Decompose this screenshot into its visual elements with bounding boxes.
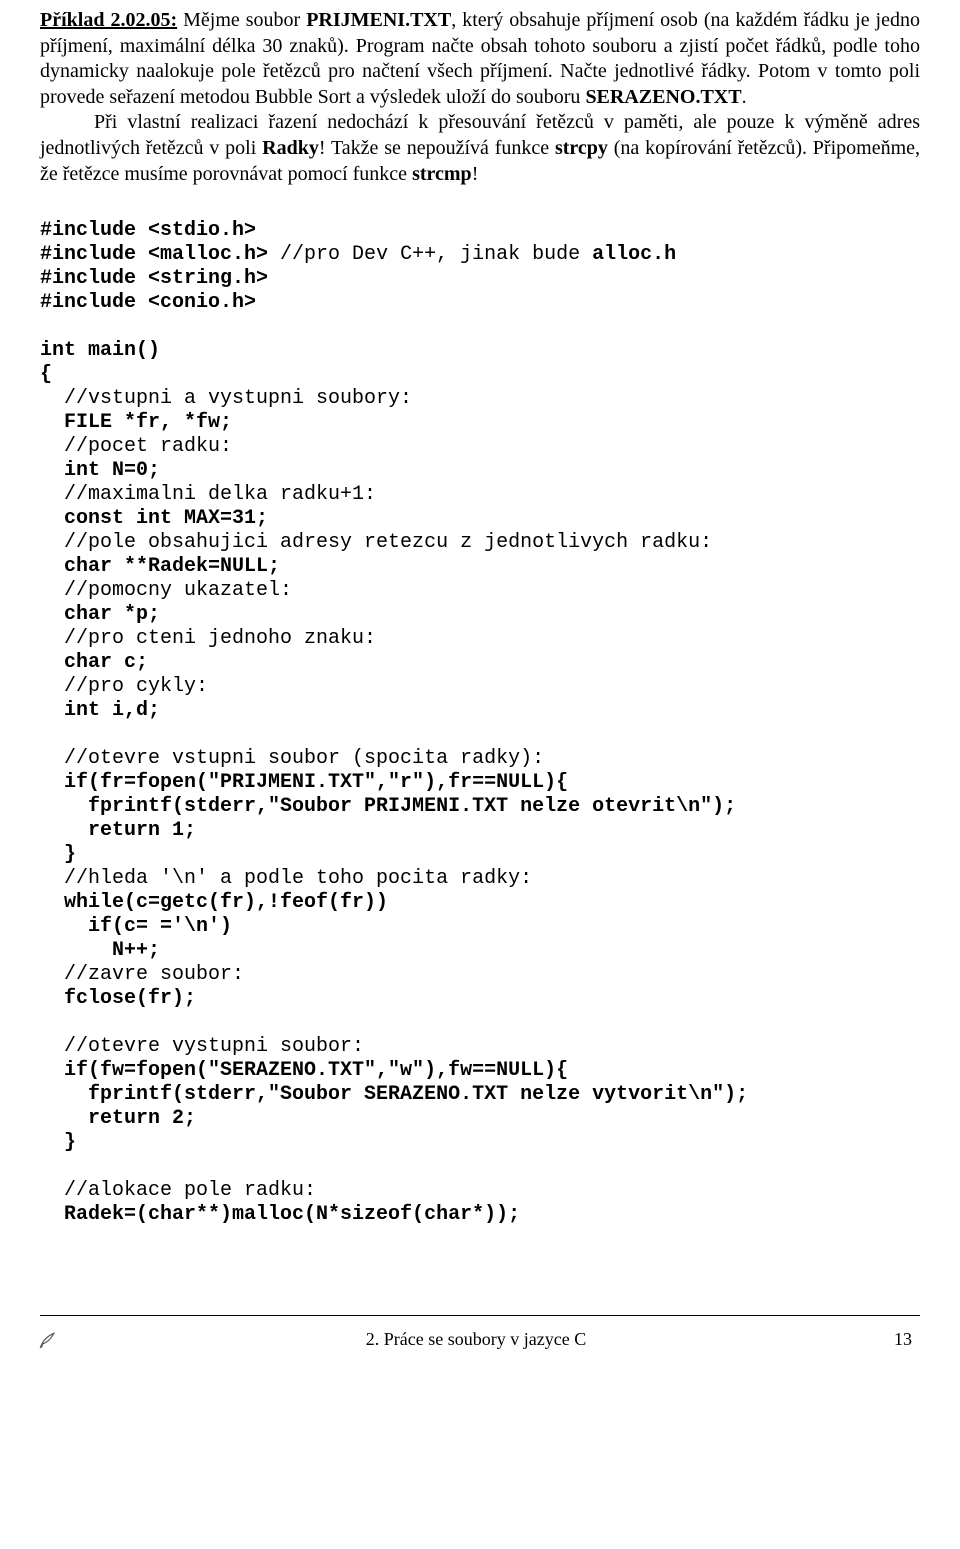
- code-line: #include <string.h>: [40, 267, 268, 290]
- code-line: FILE *fr, *fw;: [40, 411, 232, 434]
- radky: Radky: [262, 137, 319, 159]
- code-line: Radek=(char**)malloc(N*sizeof(char*));: [40, 1203, 520, 1226]
- code-line: if(fw=fopen("SERAZENO.TXT","w"),fw==NULL…: [40, 1059, 568, 1082]
- example-label: Příklad 2.02.05:: [40, 9, 177, 31]
- code-line: #include <stdio.h>: [40, 219, 256, 242]
- p2-end: !: [472, 163, 479, 185]
- code-comment: //hleda '\n' a podle toho pocita radky:: [40, 867, 532, 890]
- code-line: #include <conio.h>: [40, 291, 256, 314]
- code-comment: //pomocny ukazatel:: [40, 579, 292, 602]
- footer-page-number: 13: [894, 1328, 912, 1351]
- code-line: char c;: [40, 651, 148, 674]
- code-comment: //maximalni delka radku+1:: [40, 483, 376, 506]
- file1: PRIJMENI.TXT: [306, 9, 451, 31]
- code-line: if(c= ='\n'): [40, 915, 232, 938]
- code-line: if(fr=fopen("PRIJMENI.TXT","r"),fr==NULL…: [40, 771, 568, 794]
- code-line: int main(): [40, 339, 160, 362]
- code-line: {: [40, 363, 52, 386]
- code-comment: //alokace pole radku:: [40, 1179, 316, 1202]
- code-comment: //pocet radku:: [40, 435, 232, 458]
- code-line: return 2;: [40, 1107, 196, 1130]
- code-line: fprintf(stderr,"Soubor PRIJMENI.TXT nelz…: [40, 795, 736, 818]
- strcmp: strcmp: [412, 163, 472, 185]
- code-comment: //otevre vystupni soubor:: [40, 1035, 364, 1058]
- code-line: int i,d;: [40, 699, 160, 722]
- footer-chapter: 2. Práce se soubory v jazyce C: [76, 1328, 876, 1351]
- code-line: fclose(fr);: [40, 987, 196, 1010]
- code-comment: //pole obsahujici adresy retezcu z jedno…: [40, 531, 712, 554]
- footer: 2. Práce se soubory v jazyce C 13: [0, 1316, 960, 1363]
- code-line: #include <malloc.h>: [40, 243, 280, 266]
- code-comment: //pro cykly:: [40, 675, 208, 698]
- code-line: return 1;: [40, 819, 196, 842]
- code-line: while(c=getc(fr),!feof(fr)): [40, 891, 388, 914]
- code-line: char **Radek=NULL;: [40, 555, 280, 578]
- code-line: }: [40, 1131, 76, 1154]
- file2: SERAZENO.TXT: [585, 86, 741, 108]
- paragraph-2: Při vlastní realizaci řazení nedochází k…: [40, 110, 920, 187]
- strcpy: strcpy: [555, 137, 608, 159]
- code-line: fprintf(stderr,"Soubor SERAZENO.TXT nelz…: [40, 1083, 748, 1106]
- code-line: char *p;: [40, 603, 160, 626]
- p2-mid: ! Takže se nepoužívá funkce: [319, 137, 555, 159]
- code-line: }: [40, 843, 76, 866]
- p1-end: .: [742, 86, 747, 108]
- p1-pre: Mějme soubor: [177, 9, 306, 31]
- code-line: int N=0;: [40, 459, 160, 482]
- feather-icon: [38, 1330, 58, 1350]
- code-line: alloc.h: [592, 243, 676, 266]
- paragraph-1: Příklad 2.02.05: Mějme soubor PRIJMENI.T…: [40, 8, 920, 110]
- code-line: N++;: [40, 939, 160, 962]
- code-line: const int MAX=31;: [40, 507, 268, 530]
- code-comment: //zavre soubor:: [40, 963, 244, 986]
- code-comment: //otevre vstupni soubor (spocita radky):: [40, 747, 544, 770]
- code-comment: //pro Dev C++, jinak bude: [280, 243, 592, 266]
- code-block: #include <stdio.h> #include <malloc.h> /…: [40, 195, 920, 1251]
- code-comment: //pro cteni jednoho znaku:: [40, 627, 376, 650]
- code-comment: //vstupni a vystupni soubory:: [40, 387, 412, 410]
